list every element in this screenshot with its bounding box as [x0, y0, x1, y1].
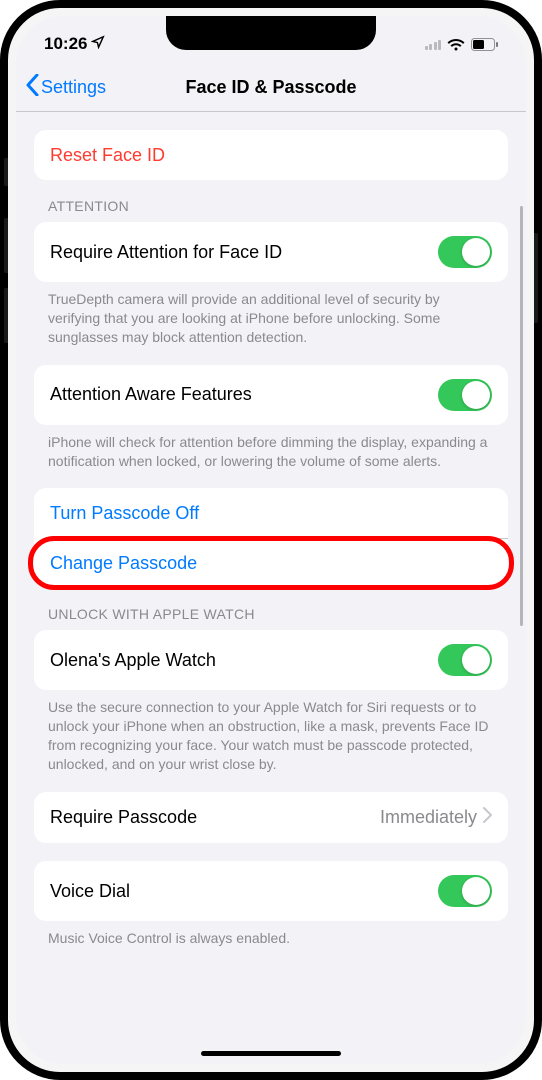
attention-aware-row[interactable]: Attention Aware Features — [34, 365, 508, 425]
apple-watch-row[interactable]: Olena's Apple Watch — [34, 630, 508, 690]
page-title: Face ID & Passcode — [185, 77, 356, 98]
require-attention-footer: TrueDepth camera will provide an additio… — [48, 290, 494, 347]
attention-header: ATTENTION — [48, 198, 494, 214]
wifi-icon — [447, 38, 465, 51]
chevron-right-icon — [483, 806, 492, 829]
voice-dial-label: Voice Dial — [50, 881, 130, 902]
require-attention-label: Require Attention for Face ID — [50, 242, 282, 263]
attention-aware-toggle[interactable] — [438, 379, 492, 411]
back-label: Settings — [41, 77, 106, 98]
home-indicator[interactable] — [201, 1051, 341, 1056]
device-notch — [166, 16, 376, 50]
require-attention-toggle[interactable] — [438, 236, 492, 268]
settings-content: Reset Face ID ATTENTION Require Attentio… — [16, 112, 526, 1064]
turn-passcode-off-label: Turn Passcode Off — [50, 503, 199, 524]
reset-face-id-button[interactable]: Reset Face ID — [34, 130, 508, 180]
apple-watch-toggle[interactable] — [438, 644, 492, 676]
require-passcode-row[interactable]: Require Passcode Immediately — [34, 792, 508, 843]
require-passcode-label: Require Passcode — [50, 807, 197, 828]
apple-watch-footer: Use the secure connection to your Apple … — [48, 698, 494, 774]
apple-watch-label: Olena's Apple Watch — [50, 650, 216, 671]
cellular-signal-icon — [425, 38, 442, 50]
require-attention-row[interactable]: Require Attention for Face ID — [34, 222, 508, 282]
location-arrow-icon — [91, 34, 105, 54]
reset-face-id-label: Reset Face ID — [50, 145, 165, 166]
voice-dial-row[interactable]: Voice Dial — [34, 861, 508, 921]
scrollbar-indicator — [520, 206, 523, 626]
nav-bar: Settings Face ID & Passcode — [16, 64, 526, 112]
status-time: 10:26 — [44, 34, 87, 54]
attention-aware-label: Attention Aware Features — [50, 384, 252, 405]
turn-passcode-off-button[interactable]: Turn Passcode Off — [34, 488, 508, 538]
change-passcode-label: Change Passcode — [50, 553, 197, 574]
voice-dial-toggle[interactable] — [438, 875, 492, 907]
change-passcode-button[interactable]: Change Passcode — [34, 538, 508, 588]
voice-dial-footer: Music Voice Control is always enabled. — [48, 929, 494, 948]
require-passcode-value: Immediately — [380, 807, 477, 828]
back-button[interactable]: Settings — [26, 74, 106, 101]
apple-watch-header: UNLOCK WITH APPLE WATCH — [48, 606, 494, 622]
attention-aware-footer: iPhone will check for attention before d… — [48, 433, 494, 471]
chevron-left-icon — [26, 74, 39, 101]
battery-icon — [471, 38, 498, 51]
